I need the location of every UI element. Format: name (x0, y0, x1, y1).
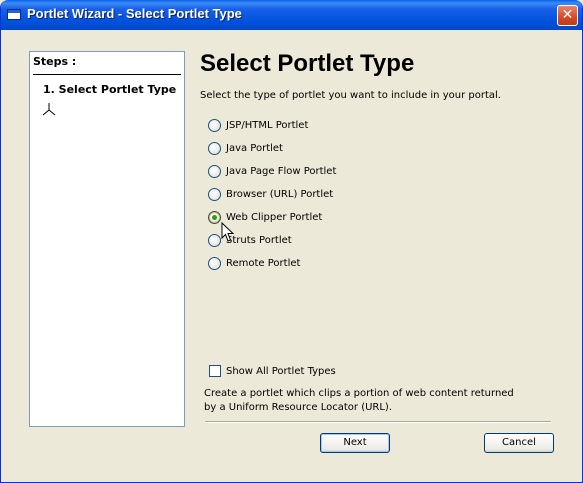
radio-button[interactable] (208, 141, 221, 155)
title-bar[interactable]: Portlet Wizard - Select Portlet Type ✕ (1, 0, 582, 30)
portlet-wizard-window: Portlet Wizard - Select Portlet Type ✕ S… (0, 0, 583, 483)
radio-label[interactable]: Struts Portlet (226, 235, 292, 246)
show-all-portlet-types-checkbox-row[interactable]: Show All Portlet Types (209, 365, 336, 377)
mouse-pointer-icon (221, 222, 234, 242)
radio-label[interactable]: Web Clipper Portlet (226, 212, 322, 223)
radio-option-browser-url-portlet[interactable]: Browser (URL) Portlet (208, 186, 333, 202)
steps-title: Steps : (33, 55, 77, 68)
show-all-checkbox[interactable] (209, 365, 221, 377)
next-button[interactable]: Next (320, 433, 390, 453)
steps-divider (33, 74, 181, 75)
steps-panel: Steps : 1. Select Portlet Type (29, 51, 185, 427)
radio-button[interactable] (208, 256, 221, 270)
radio-button[interactable] (208, 233, 221, 247)
radio-option-java-page-flow-portlet[interactable]: Java Page Flow Portlet (208, 163, 336, 179)
radio-button[interactable] (208, 187, 221, 201)
close-button[interactable]: ✕ (557, 5, 578, 26)
radio-option-remote-portlet[interactable]: Remote Portlet (208, 255, 300, 271)
show-all-label[interactable]: Show All Portlet Types (226, 366, 336, 377)
window-icon (7, 9, 21, 20)
radio-button[interactable] (208, 164, 221, 178)
radio-label[interactable]: Java Page Flow Portlet (226, 166, 336, 177)
radio-label[interactable]: Browser (URL) Portlet (226, 189, 333, 200)
radio-label[interactable]: JSP/HTML Portlet (226, 120, 308, 131)
cancel-button[interactable]: Cancel (484, 433, 554, 453)
info-line-2: by a Uniform Resource Locator (URL). (204, 402, 393, 413)
radio-label[interactable]: Remote Portlet (226, 258, 300, 269)
portlet-type-info: Create a portlet which clips a portion o… (204, 387, 524, 415)
window-title: Portlet Wizard - Select Portlet Type (27, 6, 242, 21)
step-marker-icon (42, 103, 56, 116)
radio-option-jsp-html-portlet[interactable]: JSP/HTML Portlet (208, 117, 308, 133)
step-item-select-portlet-type: 1. Select Portlet Type (43, 83, 177, 96)
radio-button-selected[interactable] (208, 210, 221, 224)
info-line-1: Create a portlet which clips a portion o… (204, 388, 514, 399)
radio-label[interactable]: Java Portlet (226, 143, 283, 154)
radio-option-java-portlet[interactable]: Java Portlet (208, 140, 283, 156)
page-description: Select the type of portlet you want to i… (200, 90, 501, 101)
radio-button[interactable] (208, 118, 221, 132)
page-heading: Select Portlet Type (200, 50, 415, 77)
button-separator (205, 421, 551, 423)
